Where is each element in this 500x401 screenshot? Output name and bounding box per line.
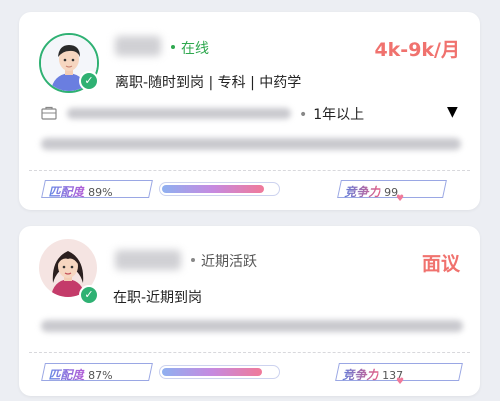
candidate-card[interactable]: ✓ 近期活跃 面议 在职-近期到岗 匹配度 87% 竞争力 137 ♥	[19, 226, 480, 396]
checkmark-icon: ✓	[79, 71, 99, 91]
work-experience: • 1年以上	[299, 104, 364, 124]
salary: 4k-9k/月	[374, 39, 460, 61]
match-value: 89%	[88, 186, 113, 199]
salary: 面议	[421, 253, 460, 275]
heart-icon: ♥	[396, 377, 405, 387]
match-progress-bar	[159, 365, 280, 379]
experience-text: 1年以上	[313, 107, 365, 123]
description-blurred	[41, 138, 461, 150]
match-progress-fill	[162, 368, 262, 376]
candidate-name-blurred	[115, 250, 181, 270]
divider	[29, 352, 470, 353]
match-progress-fill	[162, 185, 264, 193]
description-blurred	[41, 320, 463, 332]
match-progress-bar	[159, 182, 280, 196]
heart-icon: ♥	[396, 194, 405, 204]
match-label: 匹配度	[43, 367, 84, 383]
divider	[29, 170, 470, 171]
match-badge: 匹配度 87%	[41, 363, 153, 383]
briefcase-icon	[41, 106, 57, 120]
status-dot	[171, 45, 175, 49]
candidate-summary: 在职-近期到岗	[113, 290, 203, 306]
candidate-name-blurred	[115, 36, 161, 56]
compete-label: 竞争力	[339, 184, 380, 200]
match-label: 匹配度	[43, 184, 84, 200]
candidate-summary: 离职-随时到岗 | 专科 | 中药学	[115, 75, 302, 91]
match-value: 87%	[88, 369, 113, 382]
checkmark-icon: ✓	[79, 285, 99, 305]
online-status: 在线	[171, 38, 209, 58]
status-text: 在线	[181, 41, 209, 57]
status-dot	[191, 258, 195, 262]
candidate-card[interactable]: ✓ 在线 4k-9k/月 离职-随时到岗 | 专科 | 中药学 • 1年以上 ▼ …	[19, 12, 480, 210]
triangle-down-icon[interactable]: ▼	[447, 104, 458, 120]
status-text: 近期活跃	[201, 254, 257, 270]
competitiveness-badge: 竞争力 99	[337, 180, 447, 200]
separator-dot: •	[299, 107, 308, 123]
company-name-blurred	[67, 108, 291, 119]
compete-label: 竞争力	[337, 367, 378, 383]
activity-status: 近期活跃	[191, 251, 257, 271]
match-badge: 匹配度 89%	[41, 180, 153, 200]
